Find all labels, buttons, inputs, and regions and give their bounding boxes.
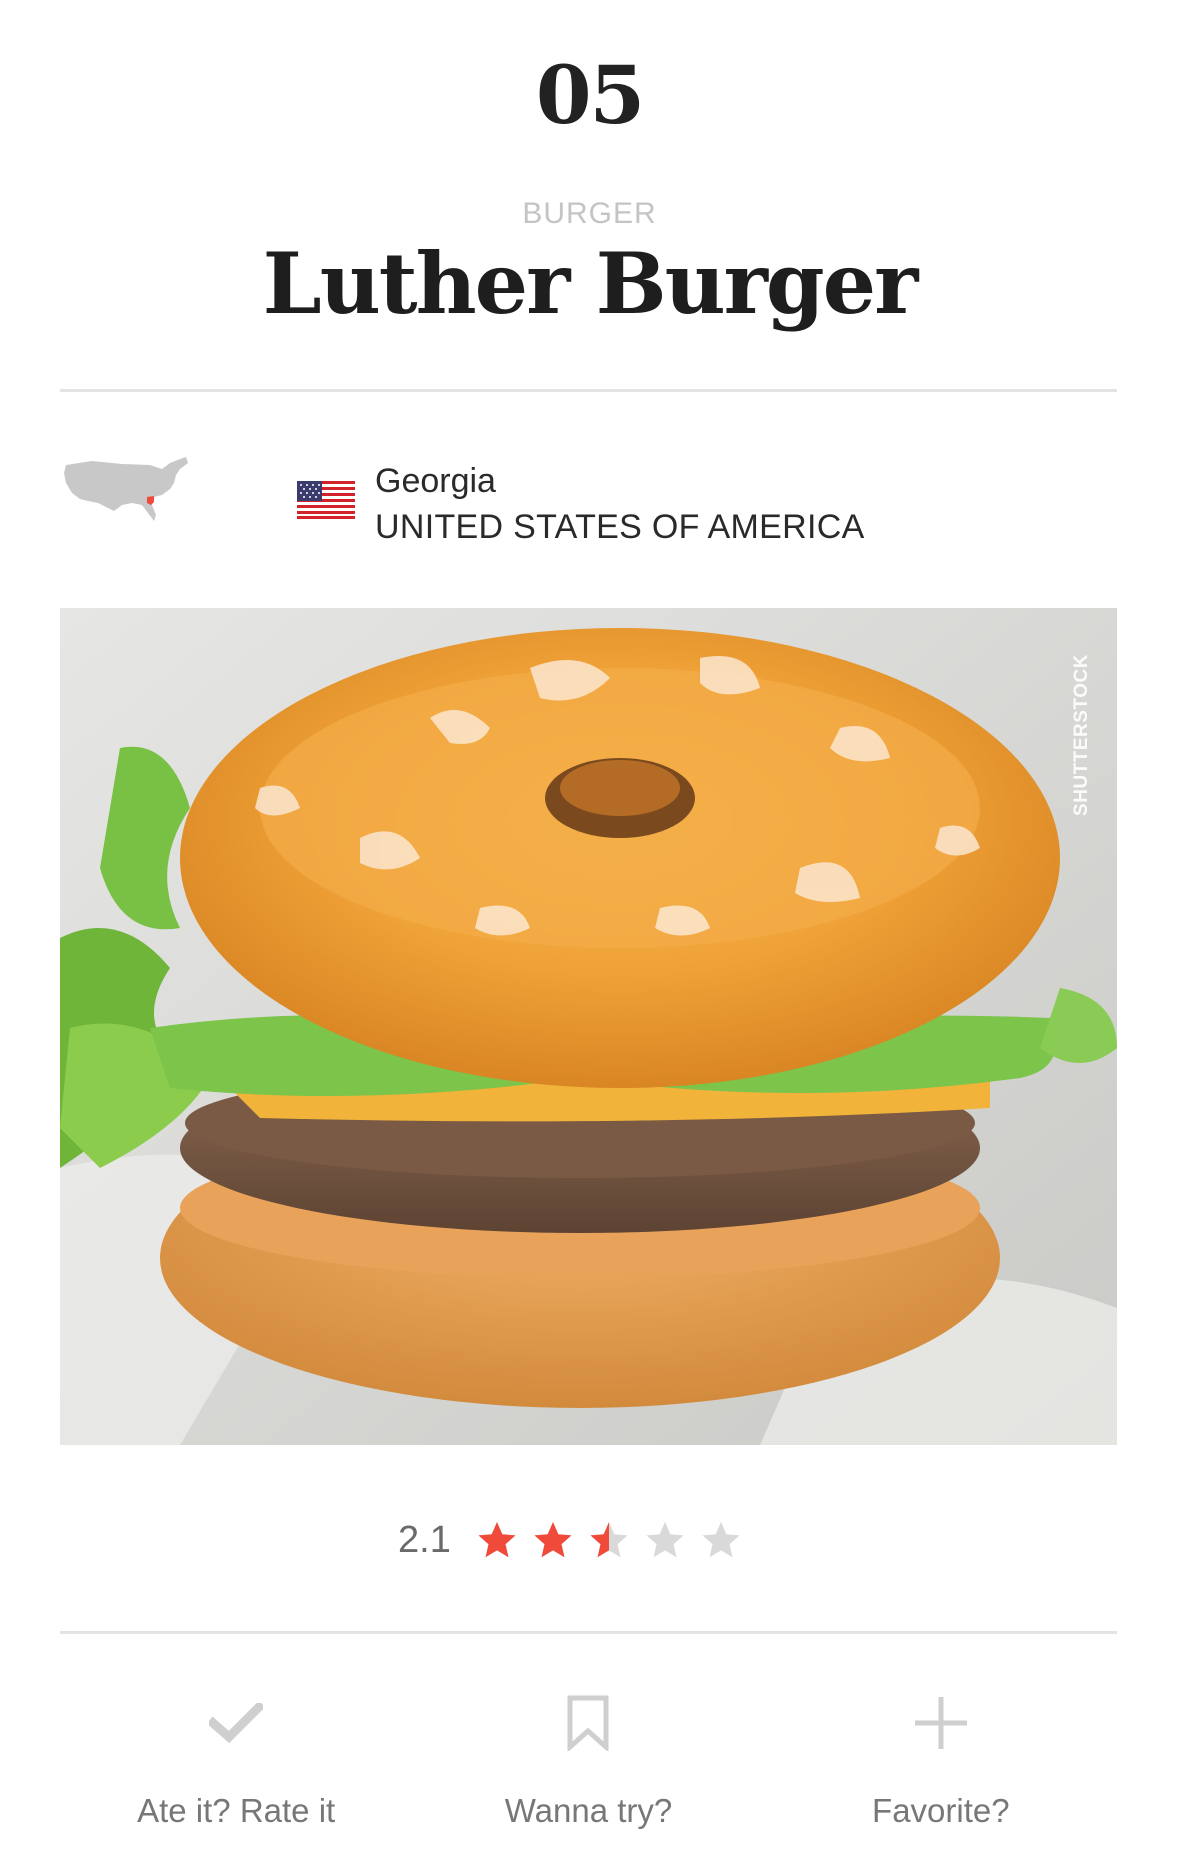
photo-credit: SHUTTERSTOCK: [1062, 630, 1102, 840]
rating-star-3[interactable]: [589, 1520, 629, 1560]
rating-row[interactable]: 2.1: [398, 1515, 741, 1565]
ate-it-label: Ate it? Rate it: [137, 1792, 336, 1829]
region-name: Georgia: [375, 462, 496, 500]
rating-stars[interactable]: [477, 1520, 741, 1560]
rating-star-2[interactable]: [533, 1520, 573, 1560]
bookmark-icon: [558, 1688, 618, 1758]
dish-title: Luther Burger: [262, 234, 919, 333]
photo-credit-text: SHUTTERSTOCK: [1071, 654, 1092, 816]
us-flag-icon: [297, 481, 355, 519]
divider-bottom: [60, 1631, 1117, 1634]
wanna-try-button[interactable]: Wanna try?: [412, 1688, 764, 1848]
category-label: BURGER: [522, 197, 657, 230]
rating-star-4[interactable]: [645, 1520, 685, 1560]
rank-number: 05: [535, 48, 645, 142]
favorite-button[interactable]: Favorite?: [765, 1688, 1117, 1848]
rating-value: 2.1: [398, 1518, 451, 1561]
wanna-try-label: Wanna try?: [504, 1792, 673, 1829]
rating-star-5[interactable]: [701, 1520, 741, 1560]
divider-top: [60, 389, 1117, 392]
country-name: UNITED STATES OF AMERICA: [375, 508, 865, 546]
plus-icon: [911, 1688, 971, 1758]
ate-it-rate-it-button[interactable]: Ate it? Rate it: [60, 1688, 412, 1848]
usa-map-icon: [62, 455, 192, 527]
favorite-label: Favorite?: [872, 1792, 1010, 1829]
check-icon: [206, 1688, 266, 1758]
dish-photo: [60, 608, 1117, 1445]
action-bar: Ate it? Rate it Wanna try? Favorite?: [60, 1688, 1117, 1848]
rating-star-1[interactable]: [477, 1520, 517, 1560]
